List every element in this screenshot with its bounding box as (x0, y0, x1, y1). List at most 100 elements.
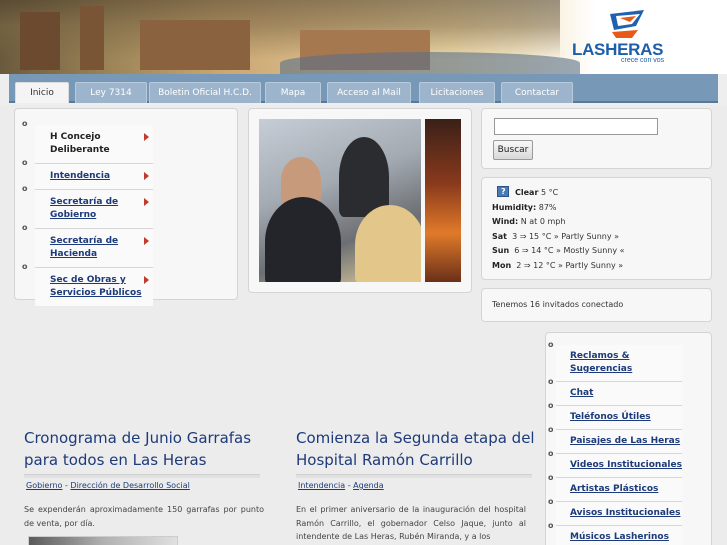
las-heras-logo-icon (610, 10, 644, 38)
forecast-desc: Partly Sunny (561, 231, 612, 241)
weather-wind: Wind: N at 0 mph (492, 215, 712, 230)
weather-unit: °C (548, 188, 559, 197)
menu-item-telefonos[interactable]: o Teléfonos Útiles (548, 401, 682, 430)
forecast-desc: Mostly Sunny (563, 246, 618, 255)
banner-ruin (140, 20, 250, 70)
forecast-row: Mon 2 ⇒ 12 °C » Partly Sunny » (492, 260, 624, 270)
photo-person (355, 205, 421, 282)
tab-ley-7314[interactable]: Ley 7314 (75, 82, 147, 103)
forecast-day: Sat (492, 231, 507, 241)
forecast-row: Sat 3 ⇒ 15 °C » Partly Sunny » (492, 231, 620, 241)
photo-panel (248, 108, 472, 293)
banner-ruin (80, 6, 104, 70)
menu-item-label: Paisajes de Las Heras (570, 436, 681, 446)
menu-item-label: Reclamos & Sugerencias (570, 351, 633, 374)
bullet-icon: o (548, 425, 554, 434)
weather-current: Clear 5 °C (492, 185, 712, 201)
right-menu-list: o Reclamos & Sugerencias o Chat o Teléfonos… (548, 340, 682, 545)
article-title[interactable]: Comienza la Segunda etapa del Hospital R… (296, 427, 536, 471)
menu-item-label: Secretaría de Gobierno (50, 197, 119, 220)
visitors-panel: Tenemos 16 invitados conectado (481, 288, 712, 322)
menu-item-label: Intendencia (50, 171, 111, 181)
menu-item-label: Avisos Institucionales (570, 508, 681, 518)
wind-label: Wind: (492, 217, 519, 226)
forecast-high: 14 (531, 246, 542, 255)
article-thumbnail[interactable] (28, 536, 178, 545)
menu-item-reclamos[interactable]: o Reclamos & Sugerencias (548, 340, 682, 382)
menu-item-gobierno[interactable]: o Secretaría de Gobierno (22, 184, 153, 228)
tab-inicio[interactable]: Inicio (15, 82, 69, 103)
menu-item-label: Teléfonos Útiles (570, 412, 651, 422)
search-panel: Buscar (481, 108, 712, 169)
bullet-icon: o (22, 119, 28, 128)
bullet-icon: o (548, 473, 554, 482)
forecast-low: 6 (514, 246, 520, 255)
bullet-icon: o (22, 262, 28, 271)
menu-item-label: Secretaría de Hacienda (50, 236, 119, 259)
search-button[interactable]: Buscar (493, 140, 533, 160)
forecast-row: Sun 6 ⇒ 14 °C » Mostly Sunny « (492, 246, 625, 255)
tab-boletin-oficial[interactable]: Boletin Oficial H.C.D. (149, 82, 261, 103)
bullet-icon: o (548, 340, 554, 349)
left-menu-list: o H Concejo Deliberante o Intendencia o … (22, 119, 153, 306)
bullet-icon: o (22, 158, 28, 167)
weather-temp: 5 (540, 188, 547, 197)
weather-panel: Clear 5 °C Humidity: 87% Wind: N at 0 mp… (481, 177, 712, 280)
bullet-icon: o (548, 497, 554, 506)
menu-item-intendencia[interactable]: o Intendencia (22, 158, 153, 189)
article-title[interactable]: Cronograma de Junio Garrafas para todos … (24, 427, 264, 471)
article-divider (24, 474, 260, 478)
menu-item-artistas[interactable]: o Artistas Plásticos (548, 473, 682, 502)
article-body: En el primer aniversario de la inaugurac… (296, 505, 526, 541)
article-body: Se expenderán aproximadamente 150 garraf… (24, 505, 264, 528)
news-photo-side[interactable] (425, 119, 461, 282)
article-subcategory-link[interactable]: Agenda (353, 481, 384, 490)
menu-item-videos[interactable]: o Videos Institucionales (548, 449, 682, 478)
bullet-icon: o (548, 377, 554, 386)
bullet-icon: o (22, 223, 28, 232)
logo-subtitle: crece con vos (621, 57, 665, 64)
menu-item-musicos[interactable]: o Músicos Lasherinos (548, 521, 682, 545)
forecast-high: 12 (533, 260, 544, 270)
article-meta: Intendencia - Agenda (298, 481, 384, 490)
humidity-label: Humidity: (492, 202, 537, 212)
article-divider (296, 474, 532, 478)
forecast-day: Mon (492, 260, 512, 270)
menu-item-label: Músicos Lasherinos (570, 532, 669, 542)
tab-acceso-mail[interactable]: Acceso al Mail (327, 82, 411, 103)
arrow-right-icon (144, 237, 149, 245)
bullet-icon: o (22, 184, 28, 193)
banner-mountains (280, 52, 580, 74)
arrow-right-icon (144, 133, 149, 141)
article-subcategory-link[interactable]: Dirección de Desarrollo Social (70, 481, 189, 490)
menu-item-avisos[interactable]: o Avisos Institucionales (548, 497, 682, 526)
tab-mapa[interactable]: Mapa (265, 82, 321, 103)
banner-ruin (20, 12, 60, 70)
menu-item-label: H Concejo Deliberante (50, 132, 110, 155)
site-header: LASHERAS crece con vos (0, 0, 727, 74)
article-category-link[interactable]: Intendencia (298, 481, 345, 490)
menu-item-label: Sec de Obras y Servicios Públicos (50, 275, 142, 298)
tab-licitaciones[interactable]: Licitaciones (419, 82, 495, 103)
menu-item-label: Artistas Plásticos (570, 484, 659, 494)
search-input[interactable] (494, 118, 658, 135)
humidity-value: 87% (538, 202, 557, 212)
right-menu-panel: o Reclamos & Sugerencias o Chat o Teléfonos… (545, 332, 712, 545)
tab-contactar[interactable]: Contactar (501, 82, 573, 103)
menu-item-obras[interactable]: o Sec de Obras y Servicios Públicos (22, 262, 153, 306)
forecast-low: 2 (516, 260, 522, 270)
visitors-text: Tenemos 16 invitados conectado (492, 300, 624, 309)
article-category-link[interactable]: Gobierno (26, 481, 62, 490)
weather-condition: Clear (515, 188, 539, 197)
arrow-right-icon (144, 172, 149, 180)
menu-item-chat[interactable]: o Chat (548, 377, 682, 406)
arrow-right-icon (144, 276, 149, 284)
wind-value: N at 0 mph (520, 217, 566, 226)
forecast-day: Sun (492, 246, 510, 255)
menu-item-paisajes[interactable]: o Paisajes de Las Heras (548, 425, 682, 454)
menu-item-hacienda[interactable]: o Secretaría de Hacienda (22, 223, 153, 267)
forecast-low: 3 (512, 231, 518, 241)
menu-item-concejo[interactable]: o H Concejo Deliberante (22, 119, 153, 163)
news-photo[interactable] (259, 119, 421, 282)
forecast-high: 15 (528, 231, 540, 241)
